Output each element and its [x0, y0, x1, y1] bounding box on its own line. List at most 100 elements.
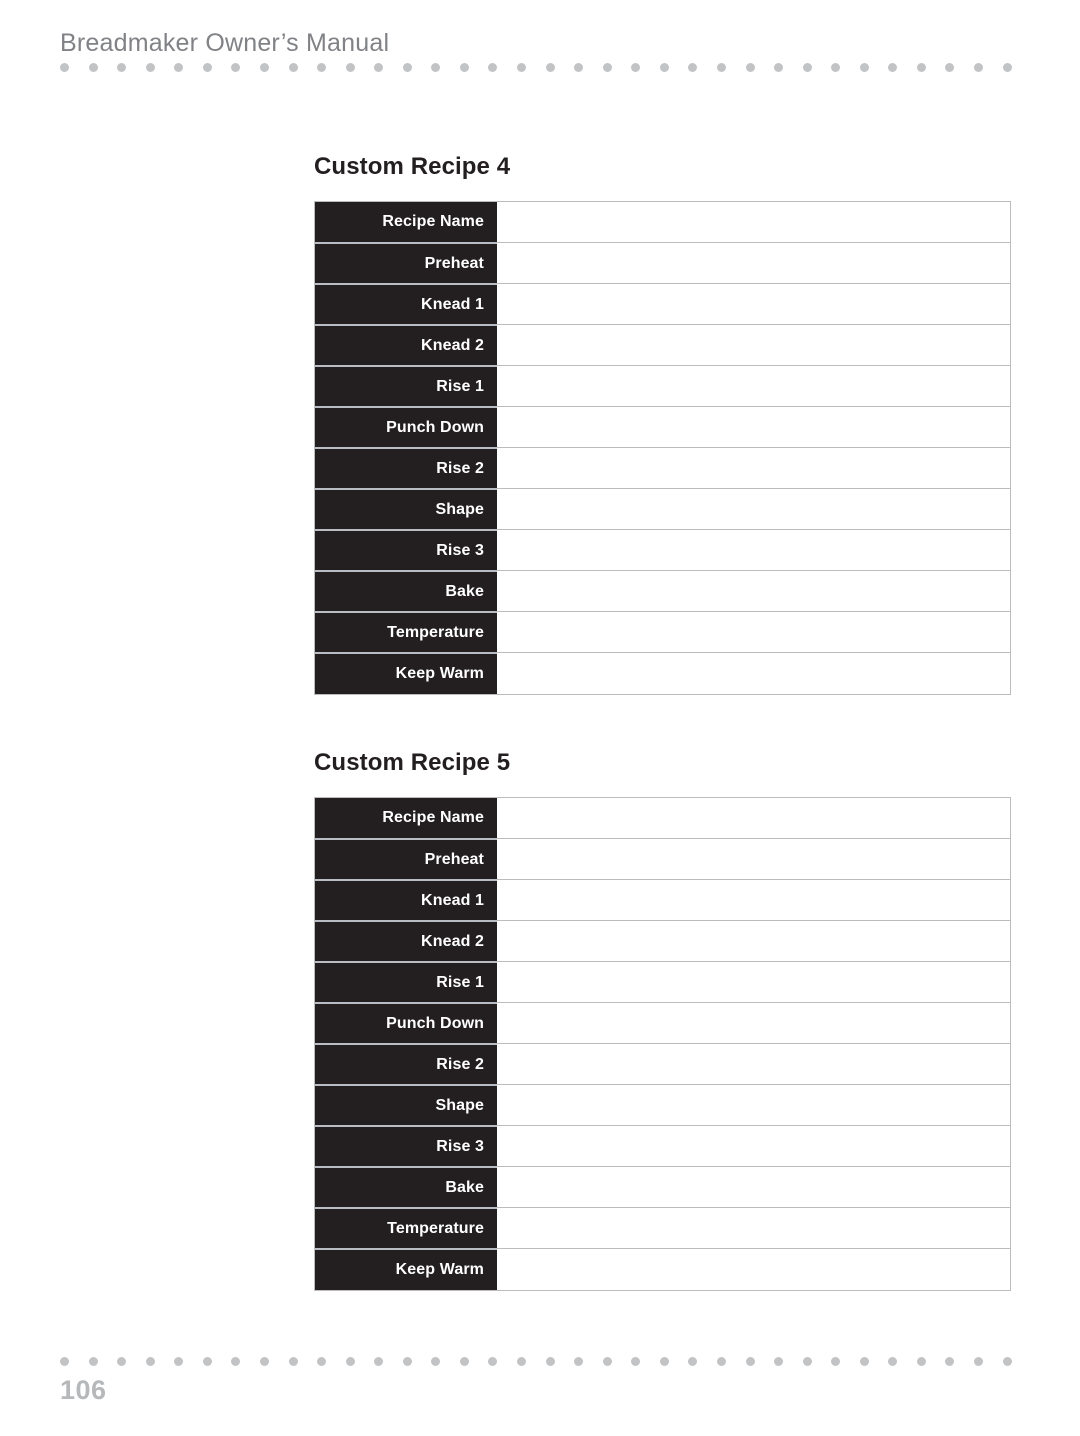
decorative-dot: [602, 1356, 612, 1366]
decorative-dot: [345, 62, 355, 72]
page-number: 106: [60, 1375, 107, 1405]
decorative-dot: [259, 1356, 269, 1366]
row-label-temperature: Temperature: [315, 611, 497, 652]
decorative-dot: [488, 1356, 498, 1366]
decorative-dot: [1002, 1356, 1012, 1366]
decorative-dot: [174, 62, 184, 72]
row-label-rise-2: Rise 2: [315, 447, 497, 488]
row-label-bake: Bake: [315, 1166, 497, 1207]
row-label-recipe-name: Recipe Name: [315, 798, 497, 838]
decorative-dot: [459, 62, 469, 72]
row-value-field[interactable]: [497, 962, 1010, 1002]
row-value-field[interactable]: [497, 880, 1010, 920]
decorative-dot: [60, 1356, 69, 1366]
row-value-field[interactable]: [497, 407, 1010, 447]
recipe-table-row: Temperature: [315, 611, 1010, 653]
row-value-field[interactable]: [497, 1249, 1010, 1290]
decorative-dot: [374, 1356, 384, 1366]
recipe-table-row: Rise 2: [315, 447, 1010, 489]
decorative-dot: [317, 1356, 327, 1366]
recipe-block-1: Custom Recipe 4 Recipe Name Preheat Knead …: [314, 152, 1011, 695]
decorative-dot: [831, 62, 841, 72]
row-label-rise-3: Rise 3: [315, 1125, 497, 1166]
row-label-temperature: Temperature: [315, 1207, 497, 1248]
recipe-table-row: Bake: [315, 1166, 1010, 1208]
row-value-field[interactable]: [497, 325, 1010, 365]
decorative-dot: [945, 1356, 955, 1366]
decorative-dot: [574, 1356, 584, 1366]
decorative-dot: [288, 1356, 298, 1366]
decorative-dot: [602, 62, 612, 72]
recipe-table-row: Preheat: [315, 838, 1010, 880]
row-value-field[interactable]: [497, 571, 1010, 611]
row-label-keep-warm: Keep Warm: [315, 652, 497, 694]
decorative-dot: [659, 1356, 669, 1366]
row-value-field[interactable]: [497, 1003, 1010, 1043]
decorative-dot: [517, 62, 526, 72]
decorative-dot: [745, 1356, 755, 1366]
row-value-field[interactable]: [497, 798, 1010, 838]
row-value-field[interactable]: [497, 366, 1010, 406]
row-label-punch-down: Punch Down: [315, 1002, 497, 1043]
row-label-keep-warm: Keep Warm: [315, 1248, 497, 1290]
decorative-dot: [688, 1356, 698, 1366]
decorative-dot: [974, 62, 983, 72]
decorative-dot: [231, 1356, 241, 1366]
row-label-rise-2: Rise 2: [315, 1043, 497, 1084]
recipe-table-row: Rise 1: [315, 961, 1010, 1003]
recipe-table-row: Shape: [315, 1084, 1010, 1126]
decorative-dot: [974, 1356, 983, 1366]
decorative-dot: [631, 1356, 641, 1366]
recipe-table-row: Keep Warm: [315, 1248, 1010, 1290]
decorative-dot: [259, 62, 269, 72]
recipe-table-row: Recipe Name: [315, 202, 1010, 243]
row-label-knead-2: Knead 2: [315, 920, 497, 961]
row-value-field[interactable]: [497, 243, 1010, 283]
row-value-field[interactable]: [497, 612, 1010, 652]
decorative-dot: [431, 1356, 441, 1366]
running-header-title: Breadmaker Owner’s Manual: [60, 29, 390, 57]
decorative-dot: [1002, 62, 1012, 72]
row-value-field[interactable]: [497, 839, 1010, 879]
decorative-dot: [88, 62, 98, 72]
decorative-dot: [916, 62, 926, 72]
row-value-field[interactable]: [497, 284, 1010, 324]
decorative-dot: [888, 62, 898, 72]
row-label-punch-down: Punch Down: [315, 406, 497, 447]
row-label-preheat: Preheat: [315, 838, 497, 879]
decorative-dot: [317, 62, 327, 72]
decorative-dot: [459, 1356, 469, 1366]
row-value-field[interactable]: [497, 530, 1010, 570]
decorative-dot: [574, 62, 584, 72]
recipe-table-row: Knead 2: [315, 324, 1010, 366]
row-value-field[interactable]: [497, 202, 1010, 242]
recipe-table-row: Knead 1: [315, 879, 1010, 921]
recipe-table: Recipe Name Preheat Knead 1 Knead 2 Rise 1 Pu…: [314, 201, 1011, 695]
row-value-field[interactable]: [497, 1044, 1010, 1084]
row-value-field[interactable]: [497, 448, 1010, 488]
decorative-dot: [345, 1356, 355, 1366]
row-label-bake: Bake: [315, 570, 497, 611]
decorative-dot: [374, 62, 384, 72]
row-value-field[interactable]: [497, 489, 1010, 529]
row-label-rise-1: Rise 1: [315, 961, 497, 1002]
decorative-dot: [517, 1356, 526, 1366]
decorative-dot: [802, 62, 812, 72]
decorative-dot: [631, 62, 641, 72]
recipe-block-2: Custom Recipe 5 Recipe Name Preheat Knead …: [314, 748, 1011, 1291]
decorative-dot: [174, 1356, 184, 1366]
recipe-table-row: Knead 1: [315, 283, 1010, 325]
row-value-field[interactable]: [497, 653, 1010, 694]
decorative-dot: [288, 62, 298, 72]
row-value-field[interactable]: [497, 1126, 1010, 1166]
recipe-table-row: Punch Down: [315, 1002, 1010, 1044]
recipe-table-row: Recipe Name: [315, 798, 1010, 839]
row-value-field[interactable]: [497, 1167, 1010, 1207]
row-value-field[interactable]: [497, 921, 1010, 961]
row-value-field[interactable]: [497, 1085, 1010, 1125]
recipe-table-row: Punch Down: [315, 406, 1010, 448]
row-label-shape: Shape: [315, 488, 497, 529]
row-value-field[interactable]: [497, 1208, 1010, 1248]
row-label-knead-1: Knead 1: [315, 283, 497, 324]
decorative-dot: [716, 1356, 726, 1366]
